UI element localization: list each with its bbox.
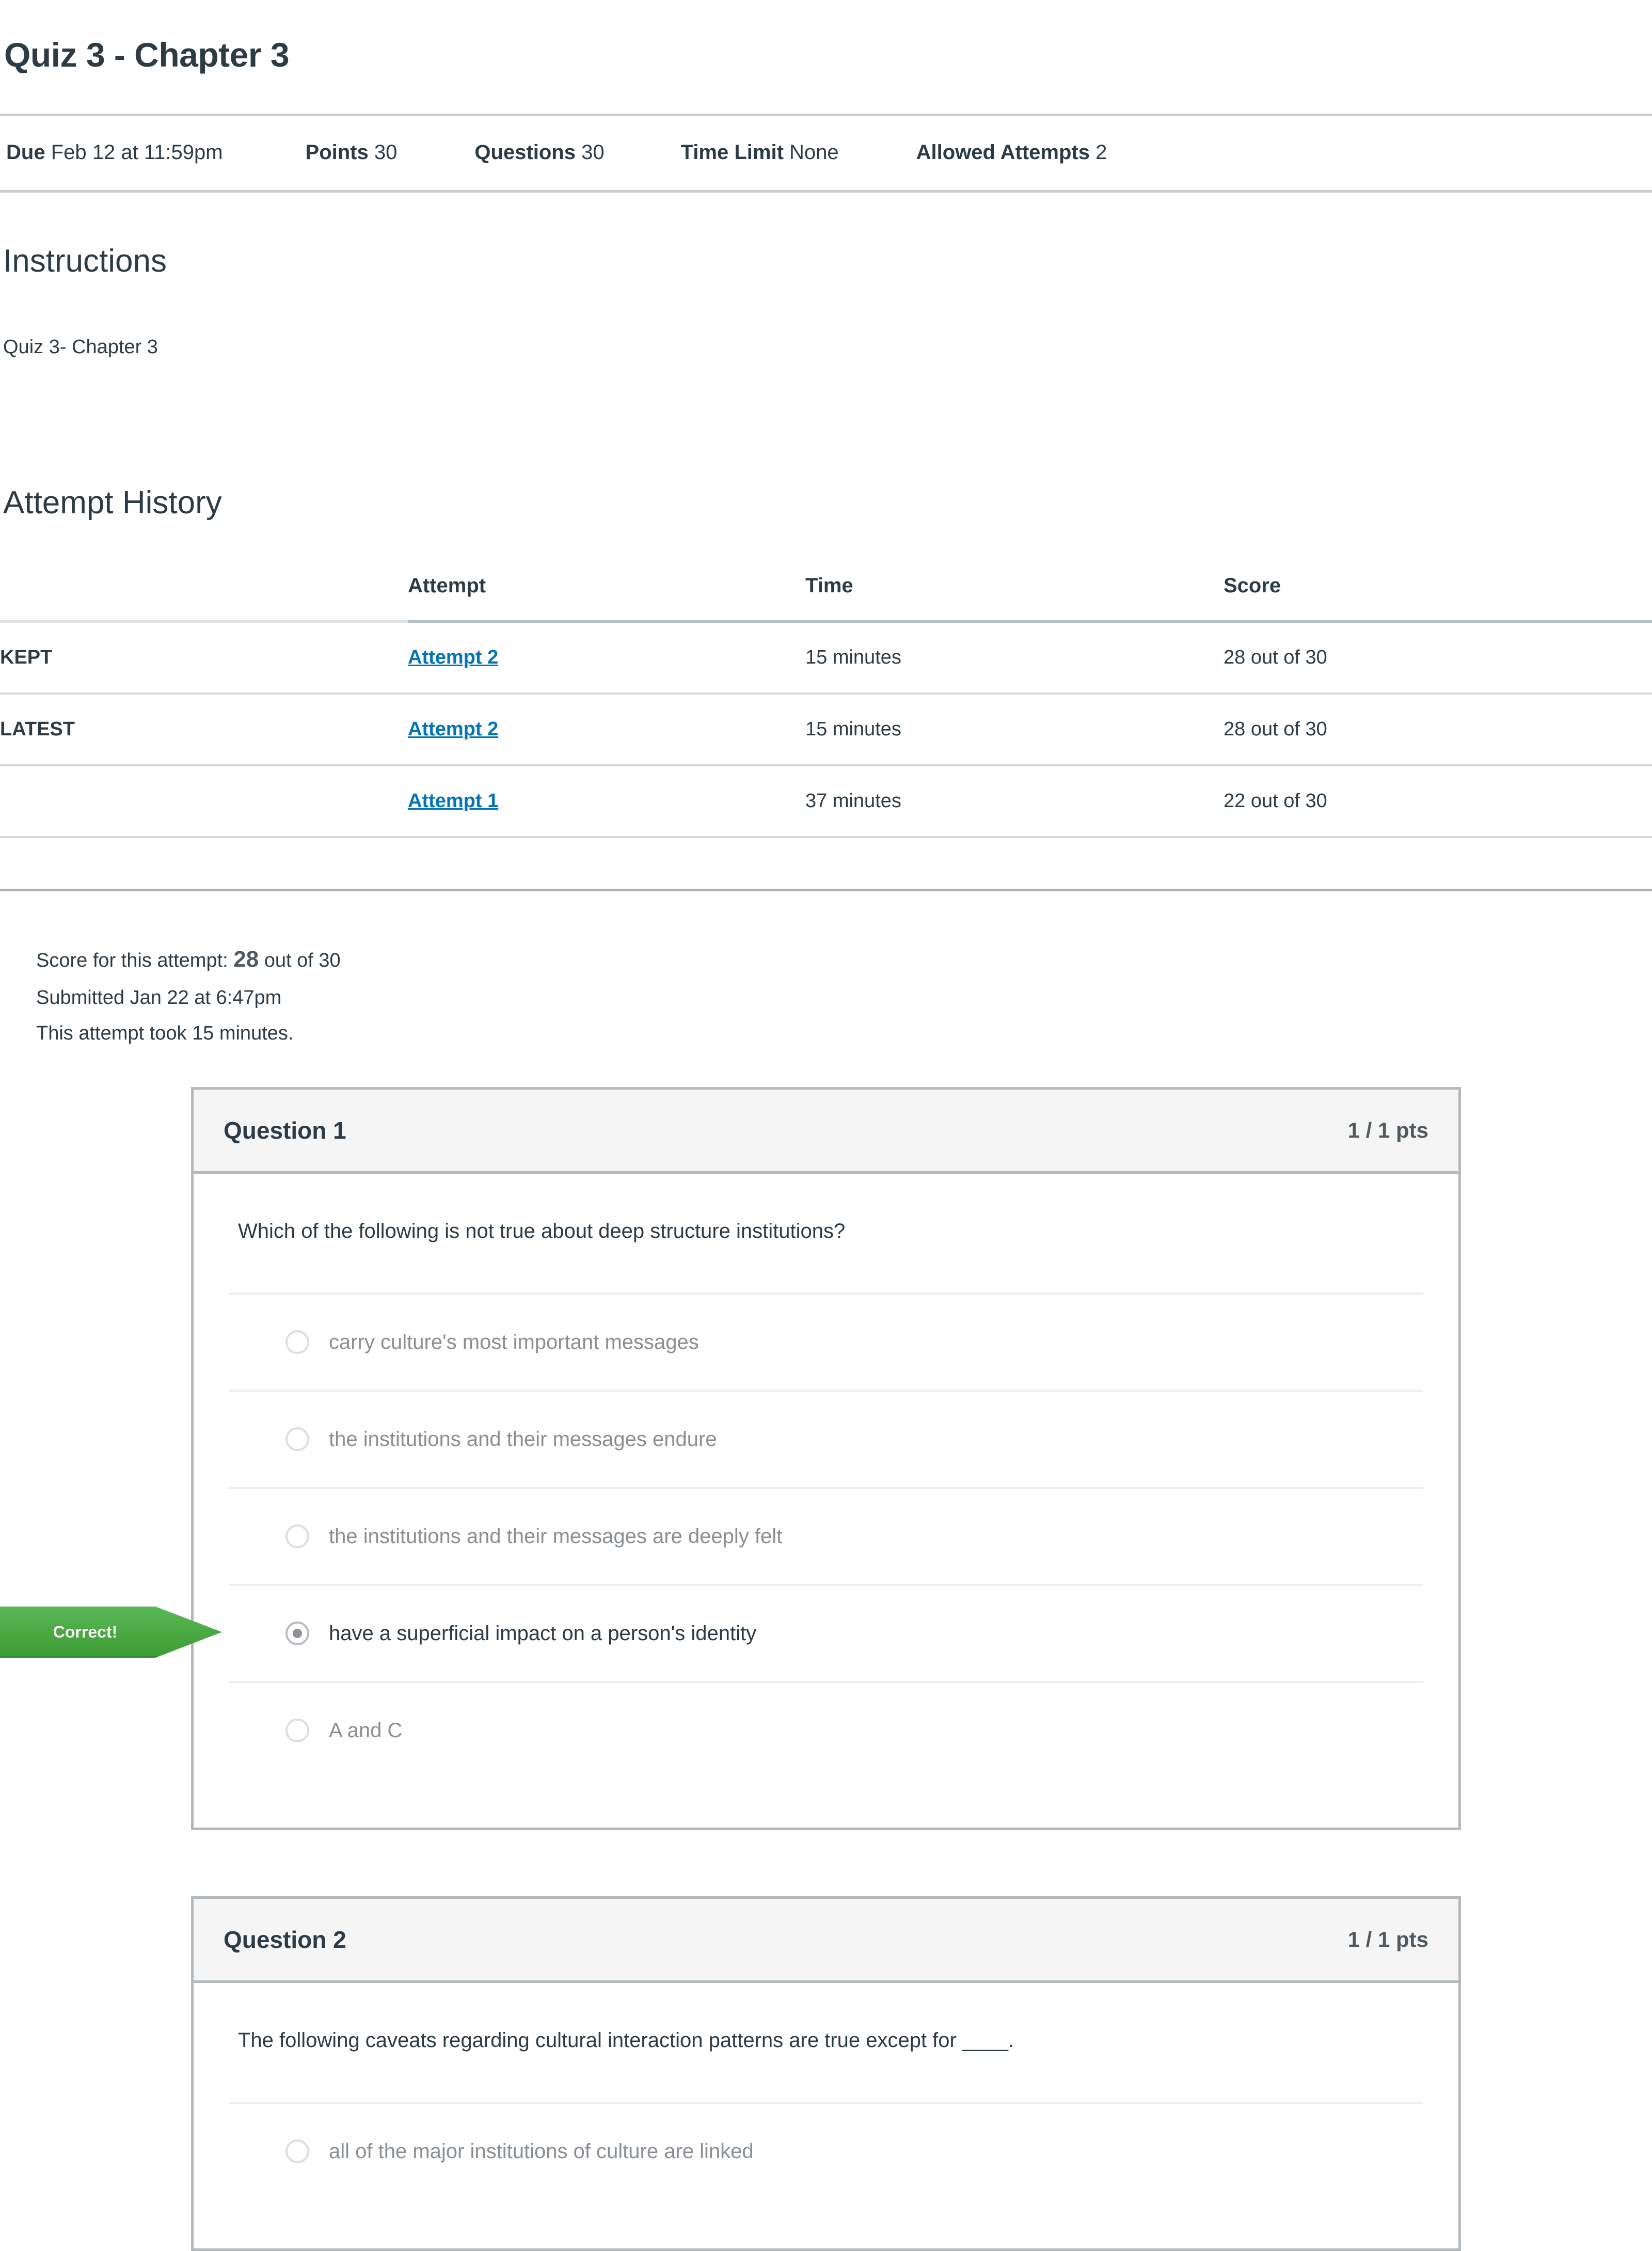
row-attempt-cell: Attempt 2 — [408, 621, 805, 695]
meta-time-limit: Time Limit None — [681, 141, 839, 164]
answer-label: carry culture's most important messages — [329, 1330, 699, 1353]
answer-option[interactable]: all of the major institutions of culture… — [229, 2101, 1423, 2199]
answer-label: all of the major institutions of culture… — [329, 2139, 754, 2163]
meta-allowed-attempts-value: 2 — [1095, 140, 1107, 164]
row-label-empty — [0, 765, 408, 839]
radio-button-icon[interactable] — [285, 2139, 309, 2163]
meta-questions: Questions 30 — [474, 141, 604, 164]
row-label-latest: LATEST — [0, 694, 408, 767]
row-score-cell: 28 out of 30 — [1224, 694, 1652, 767]
attempt-link[interactable]: Attempt 2 — [408, 647, 498, 668]
question-card: Question 1 1 / 1 pts Which of the follow… — [191, 1087, 1461, 1830]
answer-label: A and C — [329, 1719, 403, 1742]
questions-list: Question 1 1 / 1 pts Which of the follow… — [0, 1052, 1652, 2251]
meta-questions-value: 30 — [581, 140, 605, 164]
attempt-history-thead: Attempt Time Score — [0, 574, 1652, 623]
column-header-blank — [0, 574, 408, 623]
meta-due-label: Due — [6, 140, 45, 164]
row-time-cell: 37 minutes — [805, 765, 1224, 839]
row-attempt-cell: Attempt 2 — [408, 694, 805, 767]
meta-due: Due Feb 12 at 11:59pm — [6, 141, 223, 164]
meta-allowed-attempts: Allowed Attempts 2 — [916, 141, 1107, 164]
radio-button-icon[interactable] — [285, 1330, 309, 1354]
score-summary: Score for this attempt: 28 out of 30 Sub… — [0, 891, 1652, 1051]
meta-due-value: Feb 12 at 11:59pm — [51, 140, 223, 164]
answers-list: all of the major institutions of culture… — [229, 2101, 1423, 2199]
attempt-history-heading: Attempt History — [3, 485, 222, 521]
column-header-attempt: Attempt — [408, 574, 805, 623]
score-value: 28 — [233, 947, 259, 972]
question-spacer — [0, 1830, 1652, 1896]
question-block-1: Question 1 1 / 1 pts Which of the follow… — [0, 1087, 1652, 1830]
question-block-2: Question 2 1 / 1 pts The following cavea… — [0, 1896, 1652, 2251]
question-points: 1 / 1 pts — [1347, 1927, 1428, 1951]
submitted-line: Submitted Jan 22 at 6:47pm — [36, 987, 282, 1009]
answer-option[interactable]: the institutions and their messages endu… — [229, 1389, 1423, 1487]
meta-questions-label: Questions — [474, 140, 576, 164]
row-time-cell: 15 minutes — [805, 621, 1224, 695]
answer-option[interactable]: carry culture's most important messages — [229, 1292, 1423, 1390]
table-header-row: Attempt Time Score — [0, 574, 1652, 623]
table-row: Attempt 1 37 minutes 22 out of 30 — [0, 765, 1652, 839]
question-points: 1 / 1 pts — [1347, 1117, 1428, 1142]
radio-button-selected-icon[interactable] — [285, 1621, 309, 1645]
question-body: Which of the following is not true about… — [194, 1174, 1458, 1828]
row-score-cell: 28 out of 30 — [1224, 621, 1652, 695]
status-badge-correct: Correct! — [0, 1606, 222, 1658]
status-badge-label: Correct! — [53, 1623, 118, 1641]
radio-button-icon[interactable] — [285, 1524, 309, 1548]
score-suffix: out of 30 — [259, 950, 341, 972]
question-title: Question 1 — [224, 1116, 346, 1144]
question-text: The following caveats regarding cultural… — [238, 2028, 1014, 2052]
table-row: LATEST Attempt 2 15 minutes 28 out of 30 — [0, 694, 1652, 767]
question-title: Question 2 — [224, 1926, 346, 1953]
column-header-score: Score — [1224, 574, 1652, 623]
answer-option[interactable]: A and C — [229, 1680, 1423, 1778]
question-text: Which of the following is not true about… — [238, 1219, 846, 1242]
question-card: Question 2 1 / 1 pts The following cavea… — [191, 1896, 1461, 2251]
instructions-heading: Instructions — [3, 243, 167, 279]
instructions-body: Quiz 3- Chapter 3 — [3, 336, 158, 358]
attempt-link[interactable]: Attempt 1 — [408, 790, 498, 812]
attempt-link[interactable]: Attempt 2 — [408, 718, 498, 740]
duration-line: This attempt took 15 minutes. — [36, 1022, 294, 1045]
attempt-history-table: Attempt Time Score KEPT Attempt 2 15 min… — [0, 574, 1652, 839]
attempt-history-tbody: KEPT Attempt 2 15 minutes 28 out of 30 L… — [0, 621, 1652, 839]
score-line: Score for this attempt: 28 out of 30 — [36, 939, 1652, 980]
meta-time-limit-value: None — [789, 140, 839, 164]
answer-option[interactable]: the institutions and their messages are … — [229, 1486, 1423, 1584]
row-score-cell: 22 out of 30 — [1224, 765, 1652, 839]
meta-points: Points 30 — [306, 141, 398, 164]
meta-divider — [0, 190, 1652, 193]
question-header: Question 2 1 / 1 pts — [194, 1898, 1458, 1983]
answer-label: the institutions and their messages are … — [329, 1524, 783, 1548]
attempt-history-table-wrap: Attempt Time Score KEPT Attempt 2 15 min… — [0, 547, 1652, 839]
meta-points-value: 30 — [374, 140, 398, 164]
radio-button-icon[interactable] — [285, 1718, 309, 1742]
question-header: Question 1 1 / 1 pts — [194, 1089, 1458, 1174]
question-body: The following caveats regarding cultural… — [194, 1983, 1458, 2248]
meta-time-limit-label: Time Limit — [680, 140, 784, 164]
table-row: KEPT Attempt 2 15 minutes 28 out of 30 — [0, 621, 1652, 695]
score-prefix: Score for this attempt: — [36, 950, 234, 972]
row-attempt-cell: Attempt 1 — [408, 765, 805, 839]
answer-option-selected[interactable]: have a superficial impact on a person's … — [229, 1583, 1423, 1681]
answer-label: the institutions and their messages endu… — [329, 1427, 717, 1451]
page-title: Quiz 3 - Chapter 3 — [4, 36, 290, 74]
row-time-cell: 15 minutes — [805, 694, 1224, 767]
quiz-meta-row: Due Feb 12 at 11:59pm Points 30 Question… — [0, 116, 1652, 190]
answer-label: have a superficial impact on a person's … — [329, 1622, 757, 1645]
row-label-kept: KEPT — [0, 621, 408, 695]
column-header-time: Time — [805, 574, 1224, 623]
answers-list: carry culture's most important messages … — [229, 1292, 1423, 1778]
meta-allowed-attempts-label: Allowed Attempts — [916, 140, 1090, 164]
meta-points-label: Points — [305, 140, 369, 164]
radio-button-icon[interactable] — [285, 1427, 309, 1451]
quiz-page: Quiz 3 - Chapter 3 Due Feb 12 at 11:59pm… — [0, 23, 1652, 2251]
